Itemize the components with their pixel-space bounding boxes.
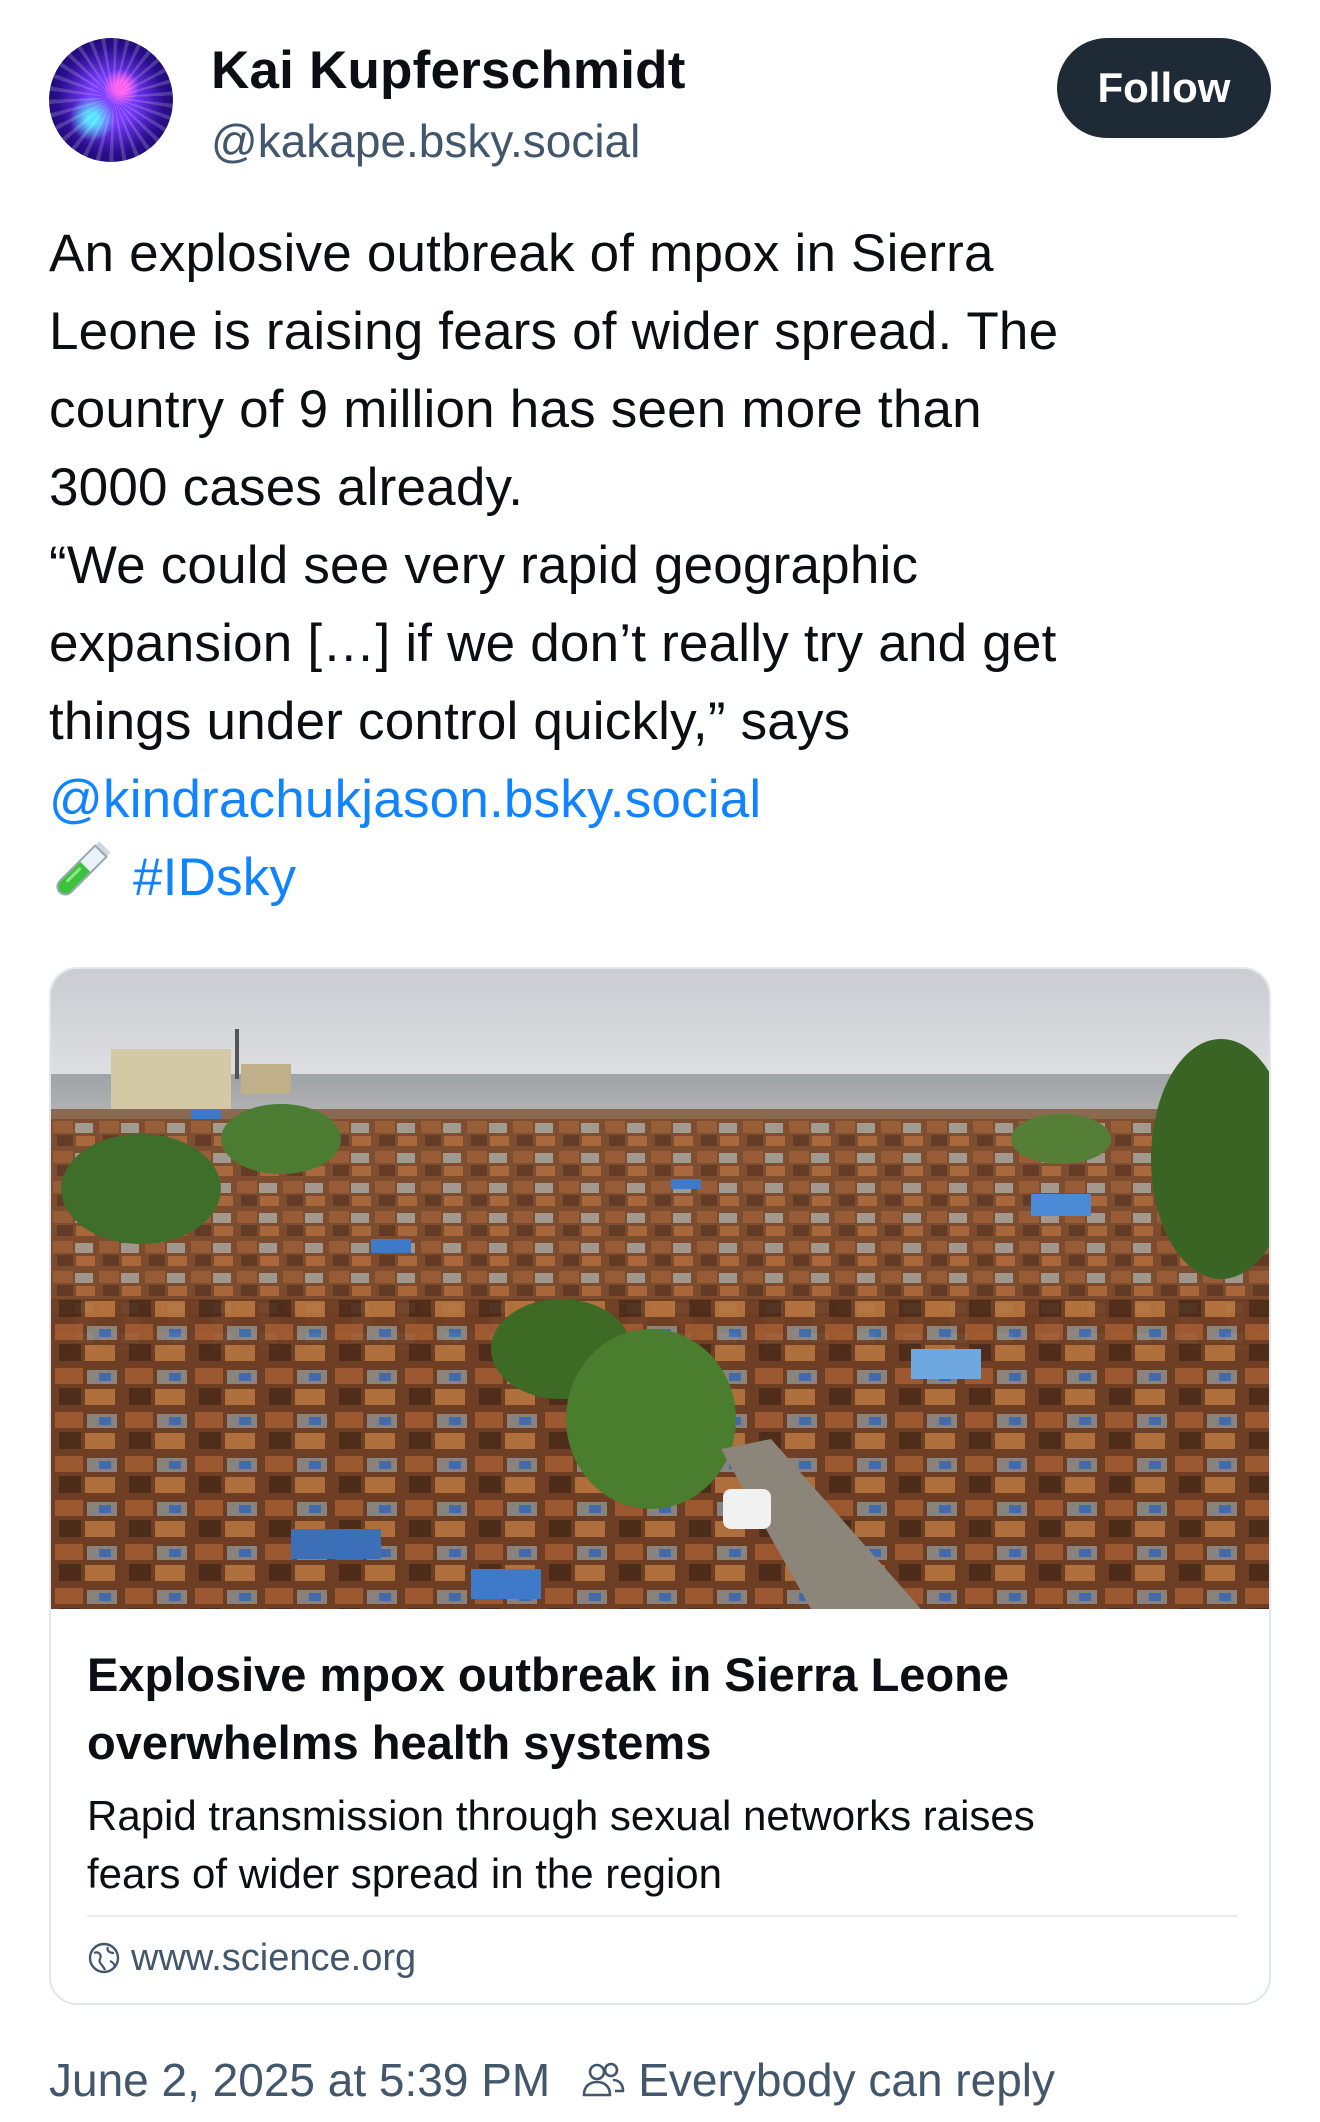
reply-setting[interactable]: Everybody can reply — [638, 2053, 1055, 2107]
link-card-image — [51, 969, 1269, 1609]
post-text-line: Leone is raising fears of wider spread. … — [49, 302, 1059, 361]
post-text: An explosive outbreak of mpox in Sierra … — [49, 215, 1279, 917]
post-header: Kai Kupferschmidt @kakape.bsky.social Fo… — [49, 38, 1271, 178]
link-card-domain: www.science.org — [131, 1936, 417, 1979]
test-tube-icon — [56, 842, 110, 896]
post-text-line: country of 9 million has seen more than — [49, 380, 982, 439]
link-card-divider — [87, 1915, 1237, 1917]
author-avatar[interactable] — [49, 38, 173, 162]
link-card-domain-row: www.science.org — [87, 1933, 416, 1983]
author-display-name[interactable]: Kai Kupferschmidt — [211, 40, 686, 101]
post-text-line: An explosive outbreak of mpox in Sierra — [49, 224, 994, 283]
post-text-line: expansion […] if we don’t really try and… — [49, 614, 1057, 673]
hashtag-link[interactable]: #IDsky — [133, 848, 296, 907]
post-footer: June 2, 2025 at 5:39 PM Everybody can re… — [49, 2050, 1055, 2110]
author-handle[interactable]: @kakape.bsky.social — [211, 114, 640, 168]
post-text-line: “We could see very rapid geographic — [49, 536, 919, 595]
link-card-description: Rapid transmission through sexual networ… — [87, 1787, 1237, 1903]
post-thread-item: Kai Kupferschmidt @kakape.bsky.social Fo… — [0, 0, 1320, 2122]
post-text-line: 3000 cases already. — [49, 458, 524, 517]
post-timestamp[interactable]: June 2, 2025 at 5:39 PM — [49, 2053, 550, 2107]
link-card-title: Explosive mpox outbreak in Sierra Leone … — [87, 1641, 1237, 1777]
mention-link[interactable]: @kindrachukjason.bsky.social — [49, 770, 761, 829]
people-icon — [582, 2062, 625, 2097]
post-text-line: things under control quickly,” says — [49, 692, 851, 751]
link-card-description-line: Rapid transmission through sexual networ… — [87, 1792, 1035, 1839]
globe-icon — [88, 1942, 120, 1974]
link-card-title-line: Explosive mpox outbreak in Sierra Leone — [87, 1648, 1010, 1701]
follow-button[interactable]: Follow — [1057, 38, 1271, 138]
link-card[interactable]: Explosive mpox outbreak in Sierra Leone … — [49, 967, 1271, 2005]
link-card-description-line: fears of wider spread in the region — [87, 1850, 723, 1897]
link-card-title-line: overwhelms health systems — [87, 1716, 712, 1769]
